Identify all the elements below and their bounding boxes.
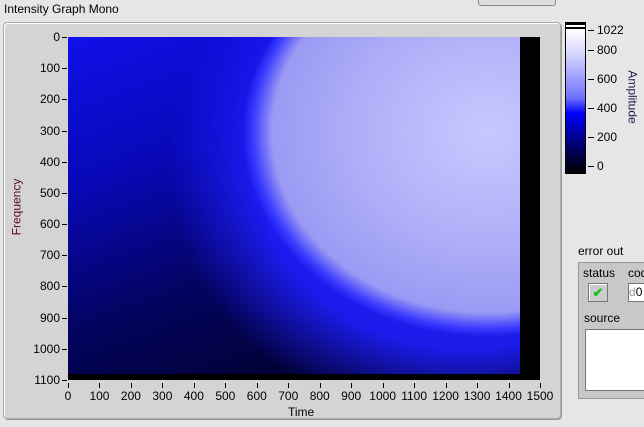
x-tick-mark (225, 383, 227, 388)
y-tick-mark (62, 130, 67, 132)
color-scale-max-tick: 1022 (588, 23, 624, 37)
color-scale-tick: 0 (588, 159, 604, 173)
y-tick-mark (62, 317, 67, 319)
x-tick-mark (99, 383, 101, 388)
y-tick-label: 800 (39, 279, 60, 294)
y-tick-label: 100 (39, 61, 60, 76)
y-tick-mark (62, 37, 67, 38)
color-scale-tick: 800 (588, 43, 618, 58)
checkmark-icon: ✔ (592, 285, 604, 300)
y-tick-label: 1000 (33, 341, 60, 356)
color-scale-tick: 600 (588, 72, 618, 87)
y-tick-label: 400 (39, 154, 60, 169)
x-tick-mark (193, 383, 195, 388)
color-scale-bar[interactable] (565, 22, 586, 174)
graph-title: Intensity Graph Mono (4, 2, 119, 16)
intensity-image (68, 37, 520, 374)
y-tick-mark (62, 380, 67, 381)
x-tick-mark (319, 383, 321, 388)
color-scale-tick: 200 (588, 130, 618, 145)
y-tick-label: 900 (39, 310, 60, 325)
error-out-label: error out (578, 244, 624, 258)
source-field[interactable] (585, 329, 644, 391)
x-tick-mark (414, 383, 416, 388)
x-tick-mark (508, 383, 510, 388)
status-indicator: ✔ (588, 283, 608, 302)
x-tick-mark (477, 383, 479, 388)
x-tick-mark (256, 383, 258, 388)
y-tick-mark (62, 68, 67, 70)
y-tick-mark (62, 161, 67, 163)
y-tick-mark (62, 224, 67, 226)
y-tick-label: 1100 (34, 373, 60, 387)
x-tick-mark (162, 383, 164, 388)
x-tick-mark (68, 383, 69, 388)
y-tick-label: 300 (39, 123, 60, 138)
code-value: 0 (635, 285, 643, 299)
x-tick-label: 1500 (526, 389, 554, 403)
x-tick-mark (130, 383, 132, 388)
x-tick-mark (382, 383, 384, 388)
code-radix: d (629, 285, 636, 299)
x-axis-label: Time (288, 405, 315, 419)
y-tick-mark (62, 255, 67, 257)
status-label: status (583, 266, 616, 280)
x-tick-mark (445, 383, 447, 388)
color-scale-tick: 400 (588, 101, 618, 116)
y-tick-label: 500 (39, 185, 60, 200)
y-tick-mark (62, 192, 67, 194)
intensity-plot-area[interactable] (68, 37, 540, 380)
y-tick-label: 600 (39, 217, 60, 232)
x-tick-mark (540, 383, 541, 388)
y-tick-mark (62, 99, 67, 101)
y-tick-mark (62, 348, 67, 350)
y-tick-label: 700 (39, 248, 60, 263)
x-tick-mark (351, 383, 353, 388)
code-field[interactable]: d0 (628, 283, 644, 302)
y-tick-label: 200 (39, 92, 60, 107)
color-scale-label: Amplitude (625, 70, 640, 124)
top-button[interactable] (478, 0, 556, 6)
code-label: code (628, 266, 644, 280)
x-tick-mark (288, 383, 290, 388)
source-label: source (584, 311, 621, 325)
y-tick-mark (62, 286, 67, 288)
y-tick-label: 0 (53, 30, 60, 44)
